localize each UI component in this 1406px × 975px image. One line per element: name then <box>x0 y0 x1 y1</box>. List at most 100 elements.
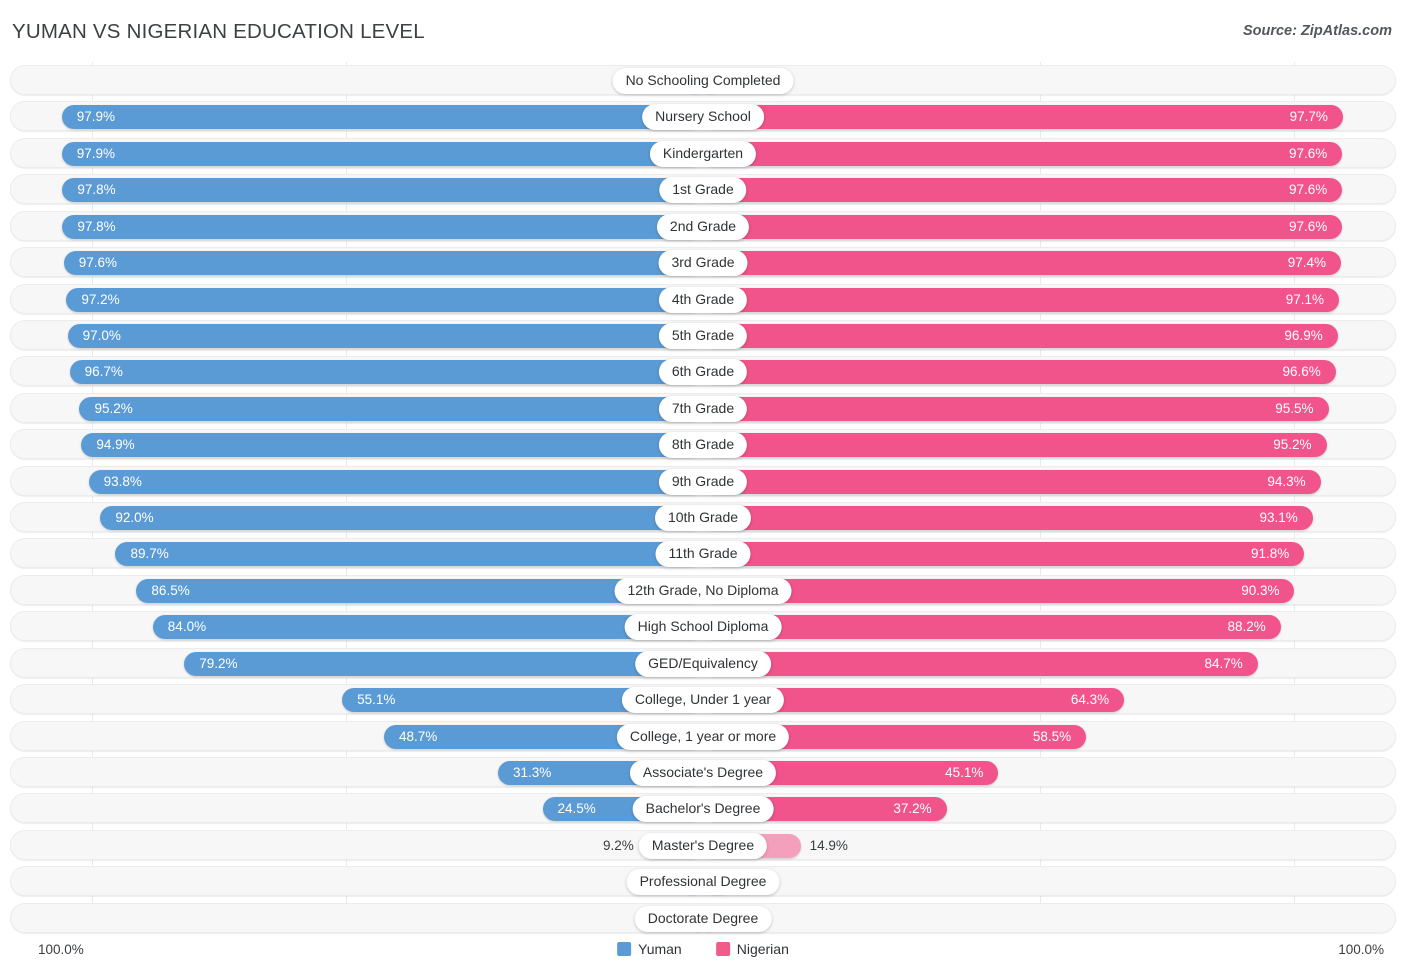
bar-yuman[interactable] <box>100 506 703 531</box>
category-label: 11th Grade <box>655 541 751 568</box>
chart-row[interactable]: 31.3% 45.1% Associate's Degree <box>10 756 1396 787</box>
chart-row[interactable]: 97.0% 96.9% 5th Grade <box>10 319 1396 350</box>
legend-item-yuman[interactable]: Yuman <box>617 941 682 957</box>
category-label: 6th Grade <box>658 359 748 386</box>
bar-value-nigerian: 37.2% <box>893 801 932 817</box>
chart-row[interactable]: 97.8% 97.6% 1st Grade <box>10 174 1396 205</box>
bar-value-nigerian: 90.3% <box>1241 582 1280 598</box>
chart-row[interactable]: 94.9% 95.2% 8th Grade <box>10 429 1396 460</box>
category-label: Master's Degree <box>638 832 768 859</box>
legend-swatch-icon <box>715 942 730 956</box>
chart-row-inner: 95.2% 95.5% 7th Grade <box>11 394 1395 422</box>
bar-nigerian[interactable] <box>703 141 1343 166</box>
chart-row[interactable]: 84.0% 88.2% High School Diploma <box>10 611 1396 642</box>
bar-value-nigerian: 97.6% <box>1289 145 1328 161</box>
chart-row-inner: 92.0% 93.1% 10th Grade <box>11 503 1395 532</box>
chart-row-inner: 97.0% 96.9% 5th Grade <box>11 321 1395 349</box>
category-label: Professional Degree <box>626 869 780 896</box>
bar-nigerian[interactable] <box>703 287 1339 312</box>
category-label: No Schooling Completed <box>612 68 794 94</box>
chart-row[interactable]: 97.9% 97.7% Nursery School <box>10 101 1396 132</box>
bar-nigerian[interactable] <box>703 542 1305 567</box>
bar-value-nigerian: 88.2% <box>1227 619 1266 635</box>
bar-nigerian[interactable] <box>703 615 1281 640</box>
bar-yuman[interactable] <box>115 542 703 567</box>
bar-nigerian[interactable] <box>703 469 1321 494</box>
chart-row[interactable]: 97.9% 97.6% Kindergarten <box>10 137 1396 168</box>
chart-row[interactable]: 97.8% 97.6% 2nd Grade <box>10 210 1396 241</box>
chart-row-inner: 48.7% 58.5% College, 1 year or more <box>11 722 1395 750</box>
bar-nigerian[interactable] <box>703 178 1343 203</box>
bar-nigerian[interactable] <box>703 251 1341 276</box>
bar-value-yuman: 96.7% <box>84 364 123 380</box>
category-label: 10th Grade <box>654 505 752 532</box>
bar-value-yuman: 79.2% <box>199 655 238 671</box>
chart-row[interactable]: 9.2% 14.9% Master's Degree <box>10 829 1396 860</box>
chart-row[interactable]: 93.8% 94.3% 9th Grade <box>10 465 1396 496</box>
bar-yuman[interactable] <box>62 214 703 239</box>
bar-yuman[interactable] <box>152 615 703 640</box>
bar-value-yuman: 95.2% <box>94 400 133 416</box>
bar-yuman[interactable] <box>62 178 703 203</box>
category-label: 8th Grade <box>658 432 748 459</box>
chart-row[interactable]: 55.1% 64.3% College, Under 1 year <box>10 684 1396 715</box>
bar-nigerian[interactable] <box>703 396 1329 421</box>
bar-nigerian[interactable] <box>703 105 1343 130</box>
bar-yuman[interactable] <box>63 251 703 276</box>
bar-value-yuman: 55.1% <box>357 692 396 708</box>
bar-value-yuman: 92.0% <box>115 510 154 526</box>
bar-value-yuman: 97.2% <box>81 291 120 307</box>
chart-row[interactable]: 92.0% 93.1% 10th Grade <box>10 502 1396 533</box>
chart-row[interactable]: 1.5%1.8%Doctorate Degree <box>10 902 1396 933</box>
chart-row[interactable]: 89.7% 91.8% 11th Grade <box>10 538 1396 569</box>
bar-nigerian[interactable] <box>703 578 1295 603</box>
bar-yuman[interactable] <box>69 360 703 385</box>
chart-row[interactable]: 97.2% 97.1% 4th Grade <box>10 283 1396 314</box>
chart-row-inner: 3.3%4.2%Professional Degree <box>11 867 1395 896</box>
chart-row-inner: 1.5%1.8%Doctorate Degree <box>11 904 1395 932</box>
bar-yuman[interactable] <box>61 141 703 166</box>
bar-nigerian[interactable] <box>703 506 1313 531</box>
bar-value-yuman: 97.9% <box>76 109 116 125</box>
bar-nigerian[interactable] <box>703 214 1343 239</box>
chart-row[interactable]: 48.7% 58.5% College, 1 year or more <box>10 720 1396 751</box>
bar-yuman[interactable] <box>81 433 703 458</box>
bar-nigerian[interactable] <box>703 433 1327 458</box>
category-label: 7th Grade <box>658 395 748 422</box>
category-label: 3rd Grade <box>658 250 748 277</box>
bar-yuman[interactable] <box>88 469 703 494</box>
bar-value-yuman: 93.8% <box>103 473 142 489</box>
chart-row[interactable]: 96.7% 96.6% 6th Grade <box>10 356 1396 387</box>
bar-value-yuman: 97.0% <box>82 327 121 343</box>
chart-row[interactable]: 79.2% 84.7% GED/Equivalency <box>10 647 1396 678</box>
bar-value-yuman: 24.5% <box>557 801 596 817</box>
chart-row-inner: 24.5% 37.2% Bachelor's Degree <box>11 794 1395 823</box>
bar-yuman[interactable] <box>61 105 703 130</box>
bar-value-nigerian: 14.9% <box>809 837 848 853</box>
chart-row[interactable]: 3.3%4.2%Professional Degree <box>10 866 1396 897</box>
bar-value-nigerian: 91.8% <box>1251 546 1290 562</box>
bar-value-yuman: 97.9% <box>76 145 116 161</box>
chart-row-inner: 94.9% 95.2% 8th Grade <box>11 430 1395 459</box>
chart-row[interactable]: 95.2% 95.5% 7th Grade <box>10 392 1396 423</box>
bar-nigerian[interactable] <box>703 323 1338 348</box>
bar-yuman[interactable] <box>67 323 703 348</box>
category-label: 2nd Grade <box>656 213 750 240</box>
chart-row[interactable]: 86.5% 90.3% 12th Grade, No Diploma <box>10 574 1396 605</box>
chart-row[interactable]: 97.6% 97.4% 3rd Grade <box>10 247 1396 278</box>
axis-max-right: 100.0% <box>1338 942 1384 957</box>
chart-legend: Yuman Nigerian <box>617 941 789 957</box>
chart-row[interactable]: 24.5% 37.2% Bachelor's Degree <box>10 793 1396 824</box>
bar-yuman[interactable] <box>184 651 703 676</box>
bar-value-yuman: 97.6% <box>78 255 117 271</box>
bar-yuman[interactable] <box>66 287 703 312</box>
chart-row-inner: 86.5% 90.3% 12th Grade, No Diploma <box>11 576 1395 604</box>
bar-value-nigerian: 95.2% <box>1273 437 1312 453</box>
bar-yuman[interactable] <box>79 396 703 421</box>
chart-row[interactable]: 2.5%2.3%No Schooling Completed <box>10 65 1396 95</box>
bar-nigerian[interactable] <box>703 651 1258 676</box>
bar-nigerian[interactable] <box>703 360 1336 385</box>
chart-row-inner: 31.3% 45.1% Associate's Degree <box>11 758 1395 786</box>
legend-item-nigerian[interactable]: Nigerian <box>715 941 789 957</box>
category-label: College, Under 1 year <box>621 687 785 714</box>
